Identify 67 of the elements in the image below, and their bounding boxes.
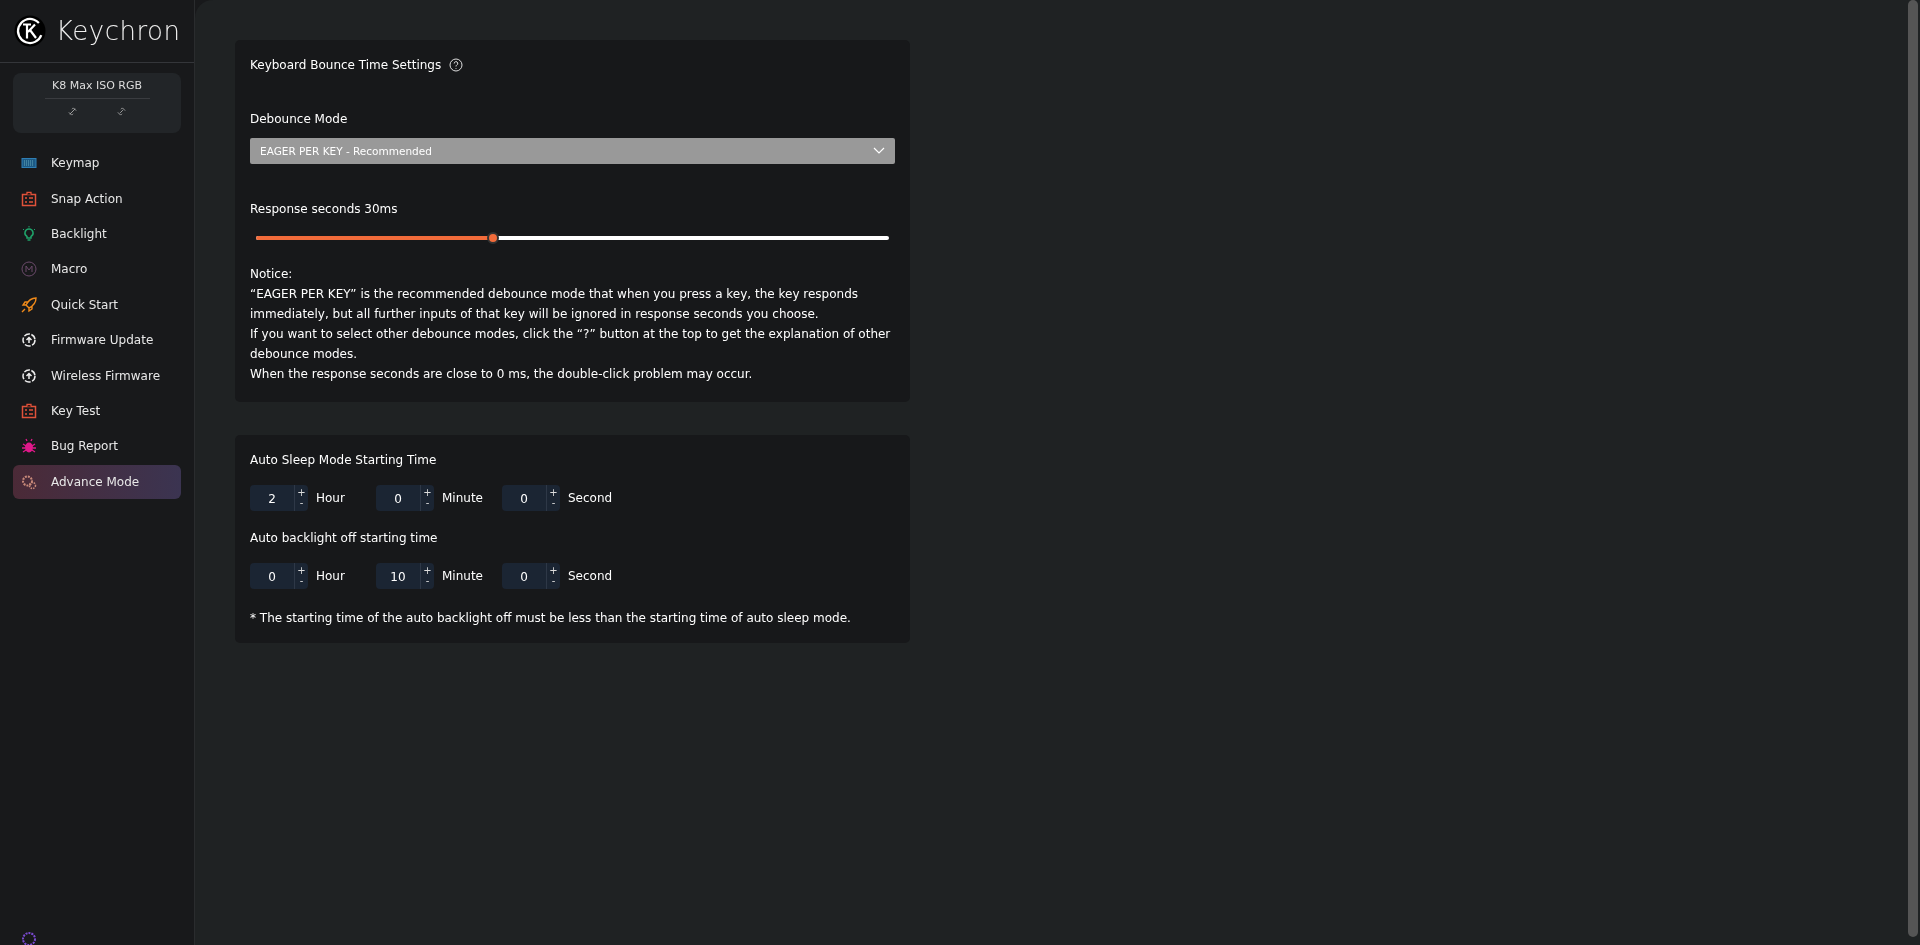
note-text: * The starting time of the auto backlight off must be less than the starting time of auto sleep mode. — [250, 611, 852, 625]
number-value: 10 — [376, 563, 421, 589]
help-icon[interactable] — [449, 58, 464, 72]
rocket-icon — [21, 296, 37, 313]
chip-upload-icon — [21, 332, 37, 349]
decrement-button[interactable]: - — [299, 498, 304, 508]
field-label: Response seconds 30ms — [250, 202, 399, 216]
scrollbar[interactable] — [1908, 0, 1918, 937]
increment-button[interactable]: + — [423, 488, 432, 498]
nav-item[interactable]: Keymap — [13, 146, 181, 181]
decrement-button[interactable]: - — [425, 576, 430, 586]
increment-button[interactable]: + — [297, 566, 306, 576]
number-stepper[interactable]: 2 + - — [250, 485, 308, 511]
bulb-icon — [21, 225, 37, 242]
chip-upload-icon — [21, 367, 37, 384]
number-stepper[interactable]: 0 + - — [502, 563, 560, 589]
increment-button[interactable]: + — [423, 566, 432, 576]
section-title: Auto Sleep Mode Starting Time — [250, 453, 438, 467]
chevron-down-icon — [873, 147, 885, 155]
toolbox-icon — [21, 190, 37, 207]
bug-icon — [21, 438, 37, 455]
number-value: 0 — [376, 485, 421, 511]
unit-label: Minute — [442, 491, 484, 505]
nav-item[interactable]: Snap Action — [13, 181, 181, 216]
gear-icon[interactable] — [21, 931, 37, 945]
brand-name: Keychron — [56, 16, 181, 46]
nav-item[interactable]: Backlight — [13, 216, 181, 252]
nav-item[interactable]: Advance Mode — [13, 464, 181, 499]
number-stepper[interactable]: 0 + - — [502, 485, 560, 511]
number-value: 0 — [250, 563, 295, 589]
nav-item[interactable]: Bug Report — [13, 429, 181, 464]
increment-button[interactable]: + — [549, 566, 558, 576]
notice-text: When the response seconds are close to 0 ms, the double-click problem may occur. — [250, 366, 754, 383]
notice-text: “EAGER PER KEY” is the recommended debounce mode that when you press a key, the key responds immediately, but all further inputs of that key will be ignored in response seconds you choose. — [250, 286, 860, 323]
number-value: 0 — [502, 563, 547, 589]
nav-item[interactable]: Wireless Firmware — [13, 358, 181, 393]
unit-label: Second — [568, 569, 614, 583]
decrement-button[interactable]: - — [551, 576, 556, 586]
number-value: 2 — [250, 485, 295, 511]
card-title: Keyboard Bounce Time Settings — [250, 58, 442, 72]
nav-item[interactable]: Key Test — [13, 393, 181, 429]
increment-button[interactable]: + — [297, 488, 306, 498]
field-label: Debounce Mode — [250, 112, 349, 126]
notice-text: If you want to select other debounce modes, click the “?” button at the top to get the explanation of other debounce modes. — [250, 326, 892, 363]
decrement-button[interactable]: - — [299, 576, 304, 586]
unit-label: Hour — [316, 569, 346, 583]
letter-m-circle-icon — [21, 261, 37, 278]
section-title: Auto backlight off starting time — [250, 531, 439, 545]
nav-item[interactable]: Firmware Update — [13, 322, 181, 358]
decrement-button[interactable]: - — [425, 498, 430, 508]
increment-button[interactable]: + — [549, 488, 558, 498]
nav-item[interactable]: Macro — [13, 252, 181, 287]
number-stepper[interactable]: 10 + - — [376, 563, 434, 589]
unit-label: Minute — [442, 569, 484, 583]
gear-icon — [21, 473, 37, 490]
unit-label: Hour — [316, 491, 346, 505]
number-value: 0 — [502, 485, 547, 511]
toolbox-icon — [21, 402, 37, 419]
decrement-button[interactable]: - — [551, 498, 556, 508]
slider-thumb[interactable] — [486, 232, 499, 244]
notice-text: Notice: — [250, 266, 294, 283]
nav-item[interactable]: Quick Start — [13, 287, 181, 322]
number-stepper[interactable]: 0 + - — [250, 563, 308, 589]
logo-icon — [14, 15, 46, 47]
device-name: K8 Max ISO RGB — [51, 79, 142, 92]
unit-label: Second — [568, 491, 614, 505]
number-stepper[interactable]: 0 + - — [376, 485, 434, 511]
